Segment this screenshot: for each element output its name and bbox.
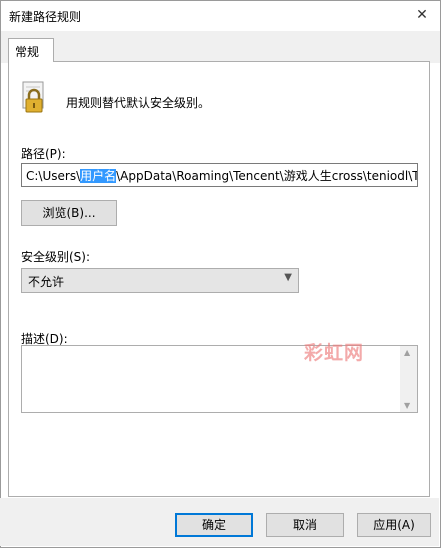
path-prefix: C:\Users\ xyxy=(26,169,81,183)
apply-button[interactable]: 应用(A) xyxy=(357,513,431,537)
security-level-select[interactable]: 不允许 ▼ xyxy=(21,268,299,293)
watermark: 彩虹网 xyxy=(304,342,365,364)
path-selected-text: 用户名 xyxy=(80,169,117,183)
lock-icon xyxy=(22,81,44,113)
browse-button[interactable]: 浏览(B)... xyxy=(21,200,117,226)
window-title: 新建路径规则 xyxy=(9,10,82,24)
rule-description-text: 用规则替代默认安全级别。 xyxy=(66,96,211,110)
security-level-label: 安全级别(S): xyxy=(21,250,91,264)
chevron-down-icon: ▼ xyxy=(284,272,292,283)
tab-general[interactable]: 常规 xyxy=(8,38,54,62)
path-suffix: \AppData\Roaming\Tencent\游戏人生cross\tenio… xyxy=(116,169,418,183)
tab-strip xyxy=(1,31,440,63)
cancel-button[interactable]: 取消 xyxy=(266,513,344,537)
description-scrollbar[interactable]: ▲ ▼ xyxy=(400,346,417,412)
security-level-value: 不允许 xyxy=(28,275,65,289)
close-icon[interactable]: ✕ xyxy=(408,4,436,26)
scroll-up-icon[interactable]: ▲ xyxy=(404,348,410,357)
ok-button[interactable]: 确定 xyxy=(175,513,253,537)
path-label: 路径(P): xyxy=(21,147,66,161)
scroll-down-icon[interactable]: ▼ xyxy=(404,401,410,410)
path-input[interactable]: C:\Users\用户名\AppData\Roaming\Tencent\游戏人… xyxy=(21,163,418,187)
title-bar: 新建路径规则 ✕ xyxy=(1,1,440,31)
tab-general-label: 常规 xyxy=(15,45,40,59)
